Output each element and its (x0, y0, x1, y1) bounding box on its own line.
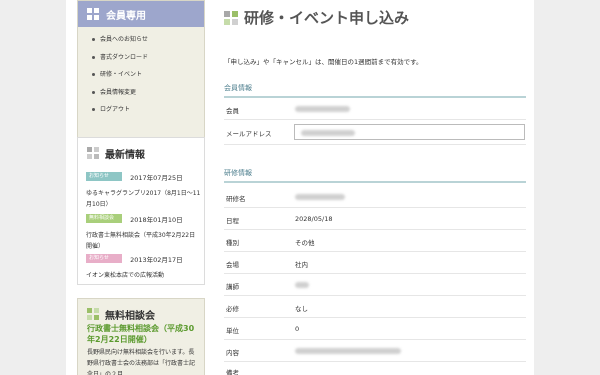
grid-icon (87, 147, 99, 159)
field-label: 研修名 (226, 195, 246, 203)
training-name-value (295, 193, 345, 201)
training-row: 講師 (224, 274, 526, 296)
training-row: 会場 社内 (224, 252, 526, 274)
content-value (295, 347, 401, 355)
members-menu: 会員へのお知らせ 書式ダウンロード 研修・イベント 会員情報変更 ログアウト (92, 37, 148, 125)
field-value: なし (295, 305, 308, 313)
news-title: 最新情報 (105, 150, 145, 161)
field-label: 単位 (226, 327, 239, 335)
training-row: 種別 その他 (224, 230, 526, 252)
field-label: 講師 (226, 283, 239, 291)
news-date: 2013年02月17日 (130, 255, 183, 264)
training-section-title: 研修情報 (224, 169, 252, 177)
news-date: 2017年07月25日 (130, 173, 183, 182)
consult-body: 長野県民向け無料相談会を行います。長野県行政書士会の法務部は「行政書士記念日」の… (87, 349, 196, 375)
members-header: 会員専用 (78, 1, 204, 27)
lecturer-value (295, 281, 309, 289)
news-badge: 無料相談会 (86, 214, 122, 223)
consult-link[interactable]: 行政書士無料相談会（平成30年2月22日開催） (87, 323, 199, 345)
field-label: 必修 (226, 305, 239, 313)
field-label: 会員 (226, 107, 239, 115)
email-row: メールアドレス (224, 121, 526, 145)
members-panel: 会員専用 会員へのお知らせ 書式ダウンロード 研修・イベント 会員情報変更 ログ… (77, 0, 205, 145)
news-item[interactable]: お知らせ 2017年07月25日 ゆるキャラグランプリ2017（8月1日～11月… (86, 166, 201, 210)
training-row: 必修 なし (224, 296, 526, 318)
menu-item-member-info[interactable]: 会員情報変更 (92, 89, 148, 108)
section-divider (224, 181, 526, 183)
member-name-value (295, 105, 350, 113)
consult-title: 無料相談会 (105, 311, 155, 322)
sidebar: 会員専用 会員へのお知らせ 書式ダウンロード 研修・イベント 会員情報変更 ログ… (77, 0, 205, 145)
menu-item-downloads[interactable]: 書式ダウンロード (92, 54, 148, 73)
news-link[interactable]: ゆるキャラグランプリ2017（8月1日～11月10日） (86, 188, 201, 210)
consult-header: 無料相談会 (78, 299, 204, 325)
training-row: 内容 (224, 340, 526, 362)
training-row: 研修名 (224, 186, 526, 208)
member-section-title: 会員情報 (224, 84, 252, 92)
news-badge: お知らせ (86, 254, 122, 263)
news-panel: 最新情報 お知らせ 2017年07月25日 ゆるキャラグランプリ2017（8月1… (77, 137, 205, 285)
field-label: 備考 (226, 369, 239, 375)
consult-panel: 無料相談会 行政書士無料相談会（平成30年2月22日開催） 長野県民向け無料相談… (77, 298, 205, 375)
field-label: 日程 (226, 217, 239, 225)
field-label: 種別 (226, 239, 239, 247)
field-label: 会場 (226, 261, 239, 269)
news-item[interactable]: 無料相談会 2018年01月10日 行政書士無料相談会（平成30年2月22日開催… (86, 208, 201, 252)
field-label: メールアドレス (226, 130, 272, 138)
field-value: 0 (295, 325, 300, 333)
training-row: 備考 (224, 360, 526, 375)
training-row: 日程 2028/05/18 (224, 208, 526, 230)
members-title: 会員専用 (106, 11, 146, 22)
page-title: 研修・イベント申し込み (244, 9, 410, 27)
grid-icon (224, 11, 238, 25)
member-row: 会員 (224, 98, 526, 120)
grid-icon (87, 308, 99, 320)
grid-icon (87, 8, 99, 20)
email-field[interactable] (294, 124, 525, 140)
field-value: 社内 (295, 261, 308, 269)
notice-text: 「申し込み」や「キャンセル」は、開催日の1週間前まで有効です。 (224, 58, 423, 66)
menu-item-notices[interactable]: 会員へのお知らせ (92, 37, 148, 55)
news-date: 2018年01月10日 (130, 215, 183, 224)
news-link[interactable]: イオン東松本店での広報活動 (86, 270, 201, 281)
field-value: その他 (295, 239, 315, 247)
news-header: 最新情報 (78, 138, 204, 164)
news-item[interactable]: お知らせ 2013年02月17日 イオン東松本店での広報活動 (86, 248, 201, 281)
training-row: 単位 0 (224, 318, 526, 340)
menu-item-training[interactable]: 研修・イベント (92, 72, 148, 90)
field-label: 内容 (226, 349, 239, 357)
news-badge: お知らせ (86, 172, 122, 181)
field-value: 2028/05/18 (295, 215, 333, 223)
menu-item-logout[interactable]: ログアウト (92, 107, 148, 125)
